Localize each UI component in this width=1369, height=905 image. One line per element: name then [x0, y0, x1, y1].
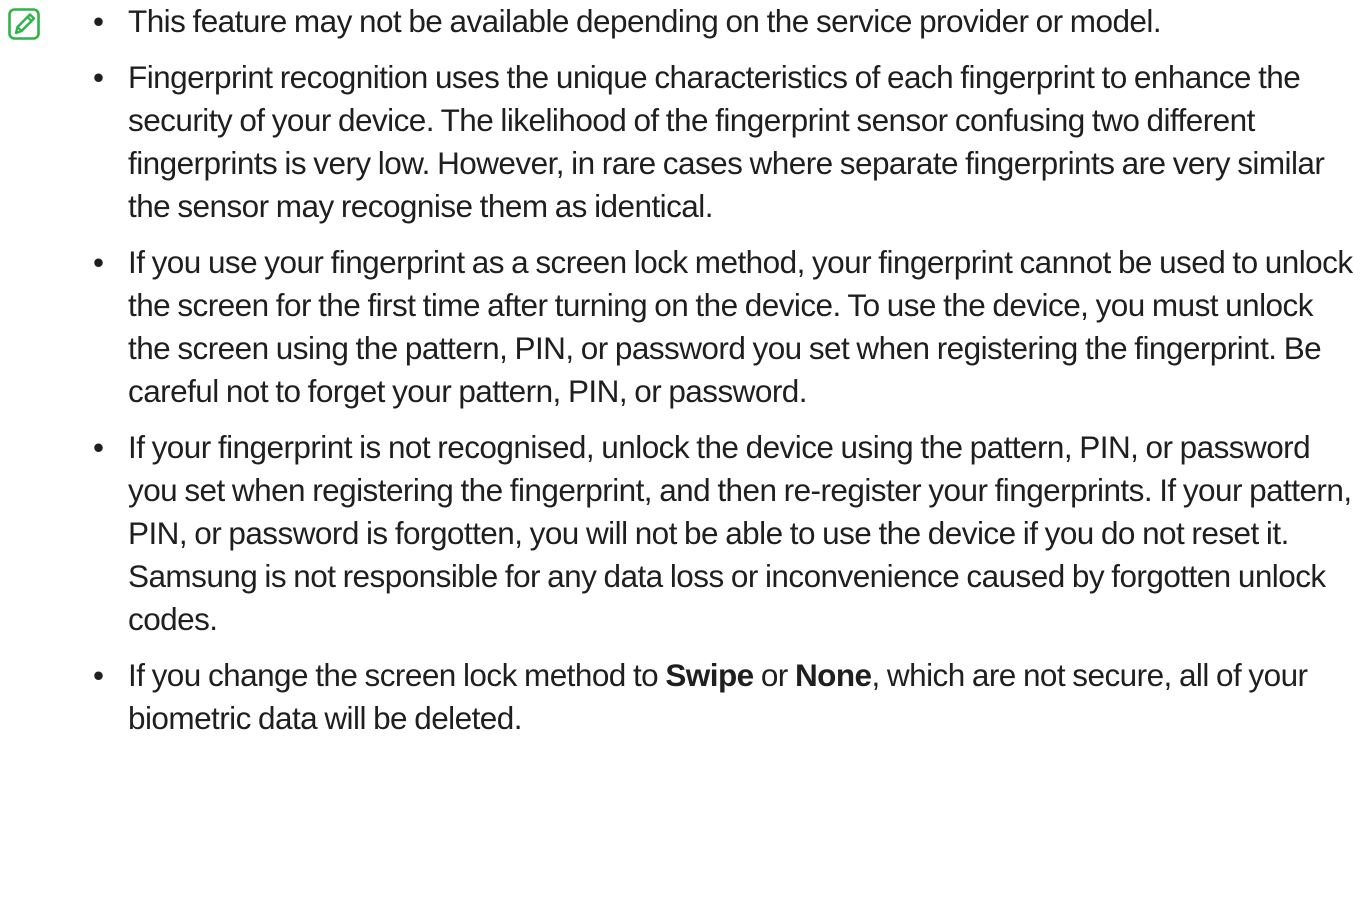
note-text: If you use your fingerprint as a screen …	[128, 244, 1353, 409]
note-section: • This feature may not be available depe…	[0, 0, 1369, 905]
note-text: Fingerprint recognition uses the unique …	[128, 59, 1325, 224]
list-item: • If you change the screen lock method t…	[88, 654, 1358, 740]
bullet: •	[93, 657, 104, 693]
bullet: •	[93, 429, 104, 465]
list-item: • If your fingerprint is not recognised,…	[88, 426, 1358, 641]
note-list: • This feature may not be available depe…	[88, 0, 1358, 753]
list-item: • Fingerprint recognition uses the uniqu…	[88, 56, 1358, 228]
note-text: This feature may not be available depend…	[128, 3, 1162, 39]
bullet: •	[93, 59, 104, 95]
note-text-part: or	[753, 657, 795, 693]
note-text: If your fingerprint is not recognised, u…	[128, 429, 1352, 637]
swipe-option-label: Swipe	[665, 657, 754, 693]
note-text-part: If you change the screen lock method to	[128, 657, 666, 693]
list-item: • If you use your fingerprint as a scree…	[88, 241, 1358, 413]
none-option-label: None	[794, 657, 872, 693]
note-pencil-icon	[7, 7, 41, 41]
bullet: •	[93, 3, 104, 39]
list-item: • This feature may not be available depe…	[88, 0, 1358, 43]
note-text: If you change the screen lock method to …	[128, 657, 1308, 736]
bullet: •	[93, 244, 104, 280]
